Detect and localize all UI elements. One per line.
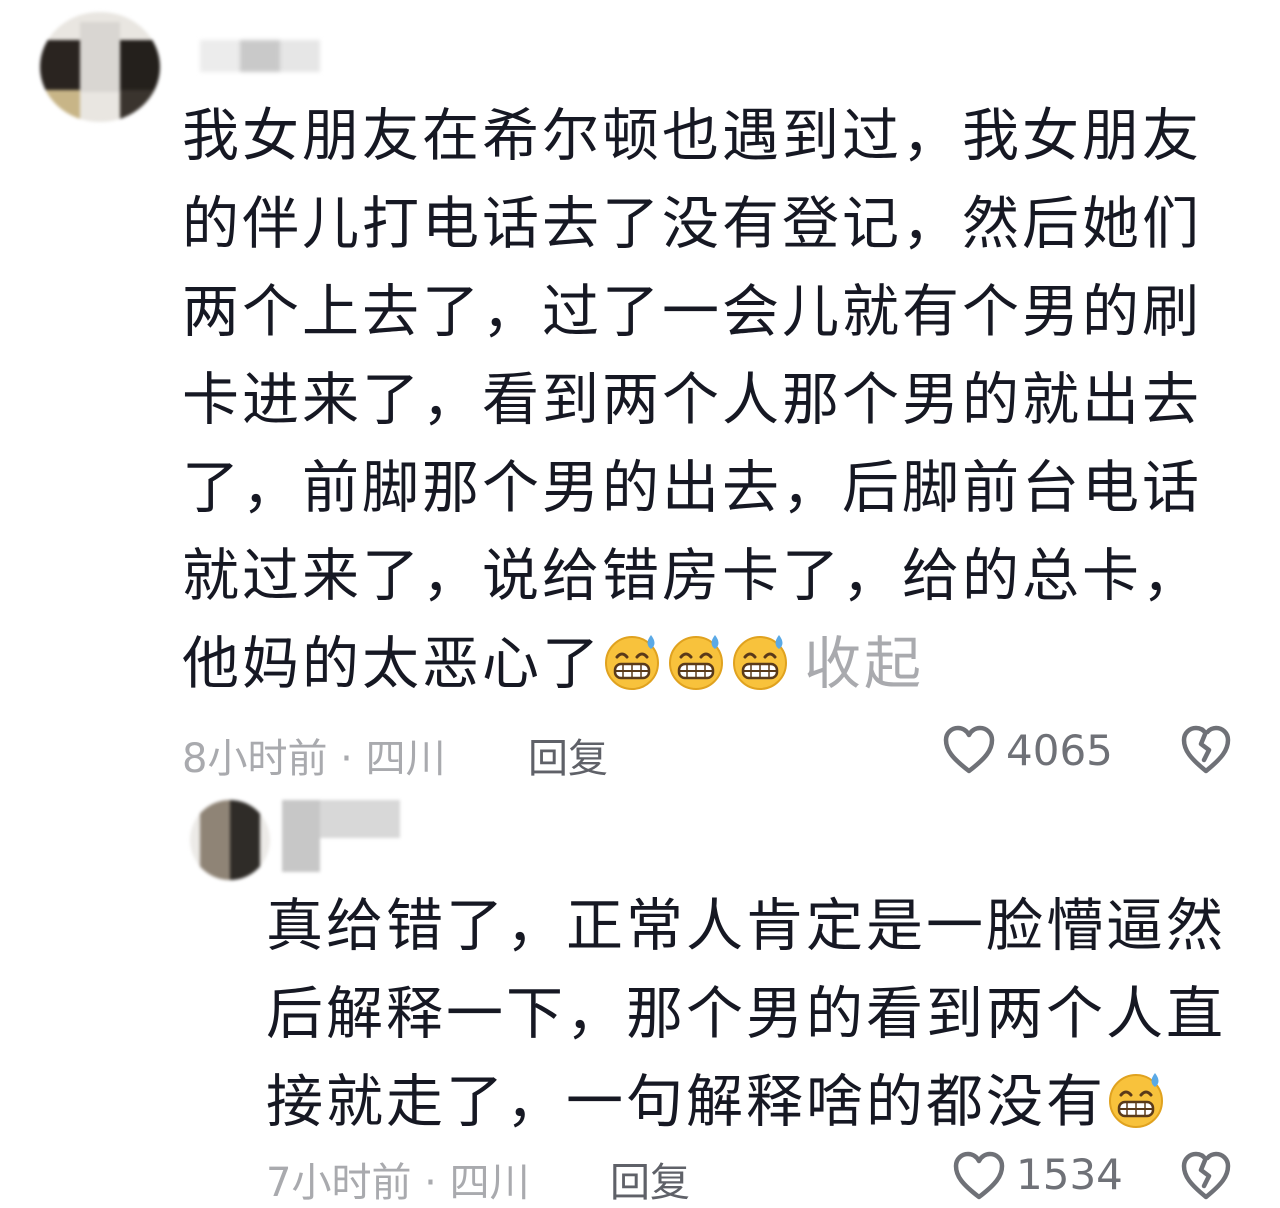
broken-heart-icon[interactable] — [1180, 724, 1232, 776]
comment-text: 我女朋友在希尔顿也遇到过，我女朋友 的伴儿打电话去了没有登记，然后她们 两个上去… — [182, 92, 1202, 708]
avatar[interactable] — [190, 800, 270, 880]
grinning-sweat-emoji-icon — [602, 631, 662, 691]
comment-line: 接就走了，一句解释啥的都没有 — [266, 1069, 1106, 1135]
username-blurred[interactable] — [200, 40, 328, 72]
comment-last-line: 他妈的太恶心了 收起 — [182, 620, 1202, 708]
comment-line: 真给错了，正常人肯定是一脸懵逼然 — [266, 893, 1226, 959]
heart-icon[interactable] — [942, 724, 996, 776]
like-count: 4065 — [1006, 726, 1113, 775]
comment-line: 两个上去了，过了一会儿就有个男的刷 — [182, 279, 1202, 345]
sub-comment-time-location: 7小时前 · 四川 — [266, 1160, 530, 1206]
grinning-sweat-emoji-icon — [730, 631, 790, 691]
username-blurred[interactable] — [282, 800, 400, 872]
comment-line: 就过来了，说给错房卡了，给的总卡， — [182, 543, 1202, 609]
avatar[interactable] — [40, 12, 160, 122]
comment-line: 的伴儿打电话去了没有登记，然后她们 — [182, 191, 1202, 257]
heart-icon[interactable] — [952, 1150, 1006, 1202]
grinning-sweat-emoji-icon — [666, 631, 726, 691]
broken-heart-icon[interactable] — [1180, 1150, 1232, 1202]
sub-comment-text: 真给错了，正常人肯定是一脸懵逼然 后解释一下，那个男的看到两个人直 接就走了，一… — [266, 882, 1226, 1146]
comment-last-line: 接就走了，一句解释啥的都没有 — [266, 1058, 1226, 1146]
grinning-sweat-emoji-icon — [1106, 1069, 1166, 1129]
collapse-link[interactable]: 收起 — [804, 631, 924, 697]
comment-line: 卡进来了，看到两个人那个男的就出去 — [182, 367, 1202, 433]
reply-button[interactable]: 回复 — [610, 1150, 690, 1208]
comment-line: 了，前脚那个男的出去，后脚前台电话 — [182, 455, 1202, 521]
like-count: 1534 — [1016, 1150, 1123, 1199]
comment-line: 后解释一下，那个男的看到两个人直 — [266, 981, 1226, 1047]
comment-time-location: 8小时前 · 四川 — [182, 736, 446, 782]
comment-line: 我女朋友在希尔顿也遇到过，我女朋友 — [182, 103, 1202, 169]
comment-line: 他妈的太恶心了 — [182, 631, 602, 697]
reply-button[interactable]: 回复 — [528, 726, 608, 784]
